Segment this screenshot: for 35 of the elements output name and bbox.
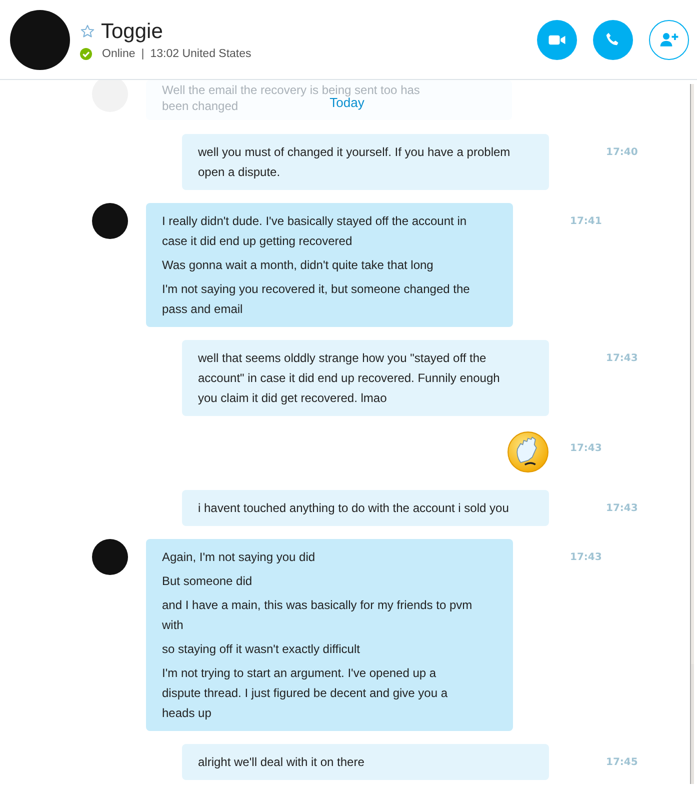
message-time: 17:43 [570,552,602,563]
message-text: But someone did [162,573,254,590]
message-text: well you must of changed it yourself. If you have a problem open a dispute. [198,144,511,181]
message-text: I really didn't dude. I've basically stayed off the account in case it did end up getting recovered [162,213,468,250]
local-time-location: 13:02 United States [150,48,252,60]
date-divider: Today [330,95,366,110]
message-time: 17:45 [606,757,638,768]
message-text: alright we'll deal with it on there [198,754,366,771]
message-text: Was gonna wait a month, didn't quite take that long [162,257,434,274]
message-text: well that seems olddly strange how you "stayed off the account" in case it did end up recovered. Funnily enough you claim it did get recovered. lmao [198,350,501,407]
message-text: been changed [162,98,238,114]
message-time: 17:41 [570,216,602,227]
online-status-icon [80,48,92,60]
message-text: Well the email the recovery is being sent too has [162,82,420,98]
audio-call-button[interactable] [593,20,633,60]
contact-avatar [92,203,128,239]
message-text: I'm not trying to start an argument. I've opened up a dispute thread. I just figured be decent and give you a heads up [162,665,449,722]
message-time: 17:43 [570,443,602,454]
star-icon[interactable] [80,24,95,39]
message-time: 17:43 [606,503,638,514]
hand-emoji-icon [507,431,549,473]
status-text: Online [102,48,136,60]
scrollbar-thumb[interactable] [691,84,694,664]
message-time: 17:40 [606,147,638,158]
contact-name: Toggie [101,20,163,44]
scrollbar[interactable] [690,84,694,784]
message-text: i havent touched anything to do with the account i sold you [198,500,510,517]
add-contact-button[interactable] [649,20,689,60]
video-call-button[interactable] [537,20,577,60]
message-text: Again, I'm not saying you did [162,549,316,566]
message-time: 17:43 [606,353,638,364]
message-text: so staying off it wasn't exactly difficult [162,641,361,658]
message-text: I'm not saying you recovered it, but someone changed the pass and email [162,281,471,318]
contact-avatar [92,539,128,575]
separator: | [141,48,144,60]
